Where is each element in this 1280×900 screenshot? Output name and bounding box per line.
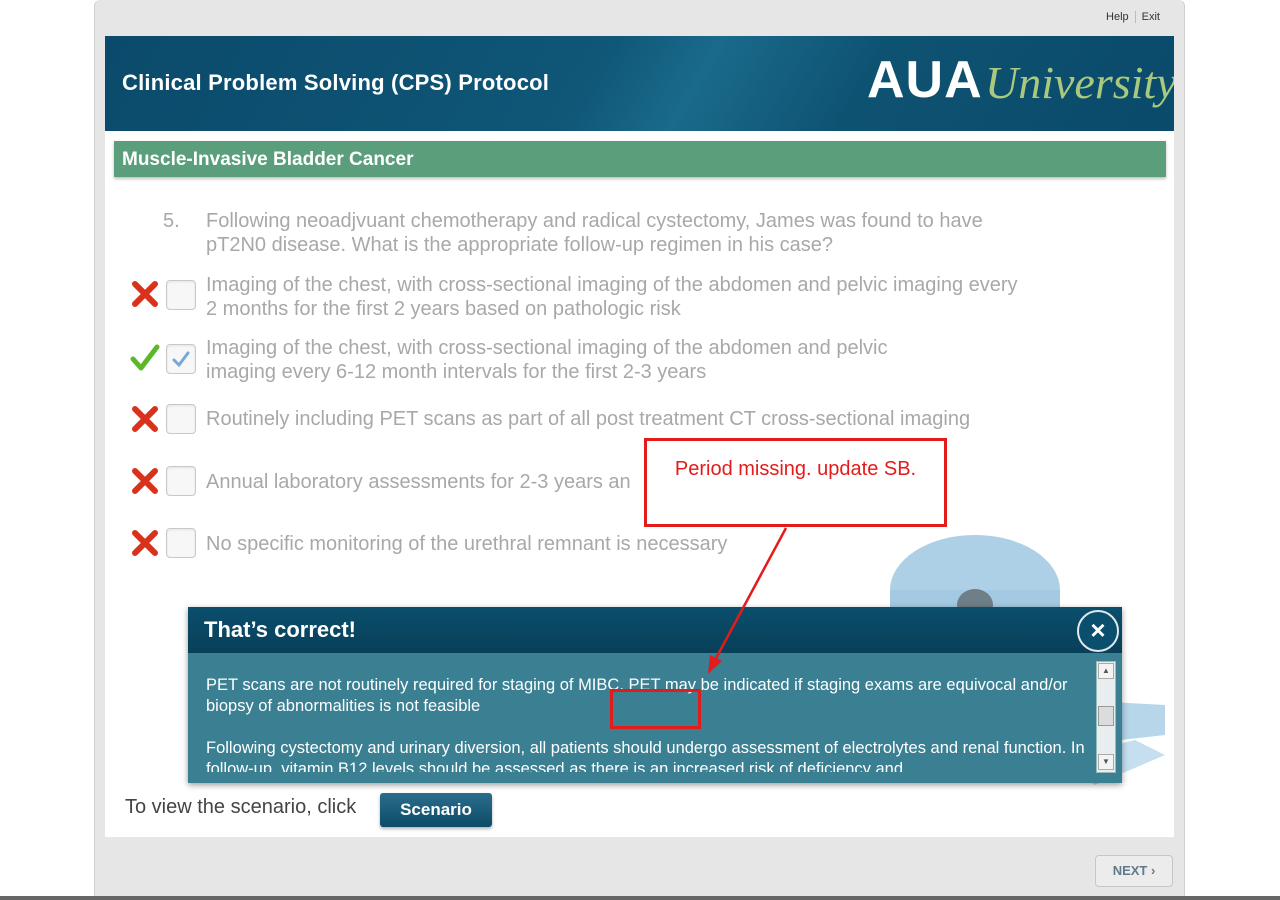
help-link[interactable]: Help <box>1100 11 1135 23</box>
incorrect-x-icon <box>132 281 158 307</box>
feedback-scrollbar[interactable]: ▲ ▼ <box>1096 661 1116 773</box>
feedback-header: That’s correct! × <box>188 607 1122 653</box>
scenario-button[interactable]: Scenario <box>380 793 492 827</box>
section-title: Muscle-Invasive Bladder Cancer <box>122 149 414 170</box>
checkmark-icon <box>172 351 190 368</box>
review-annotation-callout: Period missing. update SB. <box>644 438 947 527</box>
incorrect-x-icon <box>132 468 158 494</box>
aua-logo: AUA <box>867 51 983 109</box>
header-banner: Clinical Problem Solving (CPS) Protocol … <box>105 36 1174 131</box>
next-button[interactable]: NEXT › <box>1095 855 1173 887</box>
exit-link[interactable]: Exit <box>1134 11 1166 23</box>
incorrect-x-icon <box>132 406 158 432</box>
option-4-checkbox[interactable] <box>166 466 196 496</box>
feedback-title: That’s correct! <box>204 617 357 642</box>
option-1-checkbox[interactable] <box>166 280 196 310</box>
option-3-text: Routinely including PET scans as part of… <box>206 408 971 430</box>
scenario-prompt: To view the scenario, click <box>125 796 357 818</box>
correct-check-icon <box>130 344 160 371</box>
option-2-text: Imaging of the chest, with cross-section… <box>206 337 888 383</box>
page-title: Clinical Problem Solving (CPS) Protocol <box>122 70 550 95</box>
university-logo: University <box>985 57 1174 108</box>
top-links: Help Exit <box>1100 11 1166 23</box>
review-highlight-box <box>610 689 701 729</box>
question-number: 5. <box>163 210 180 232</box>
section-bar: Muscle-Invasive Bladder Cancer <box>114 141 1166 177</box>
question-text: Following neoadjvuant chemotherapy and r… <box>206 210 983 256</box>
incorrect-x-icon <box>132 530 158 556</box>
scroll-thumb[interactable] <box>1098 706 1114 726</box>
scroll-up-icon[interactable]: ▲ <box>1098 663 1114 679</box>
option-2-checkbox[interactable] <box>166 344 196 374</box>
option-1-text: Imaging of the chest, with cross-section… <box>206 274 1018 320</box>
option-5-checkbox[interactable] <box>166 528 196 558</box>
option-3-checkbox[interactable] <box>166 404 196 434</box>
close-icon[interactable]: × <box>1077 610 1119 652</box>
scroll-down-icon[interactable]: ▼ <box>1098 754 1114 770</box>
bottom-bar <box>0 896 1280 900</box>
feedback-paragraph-2: Following cystectomy and urinary diversi… <box>206 739 1085 772</box>
